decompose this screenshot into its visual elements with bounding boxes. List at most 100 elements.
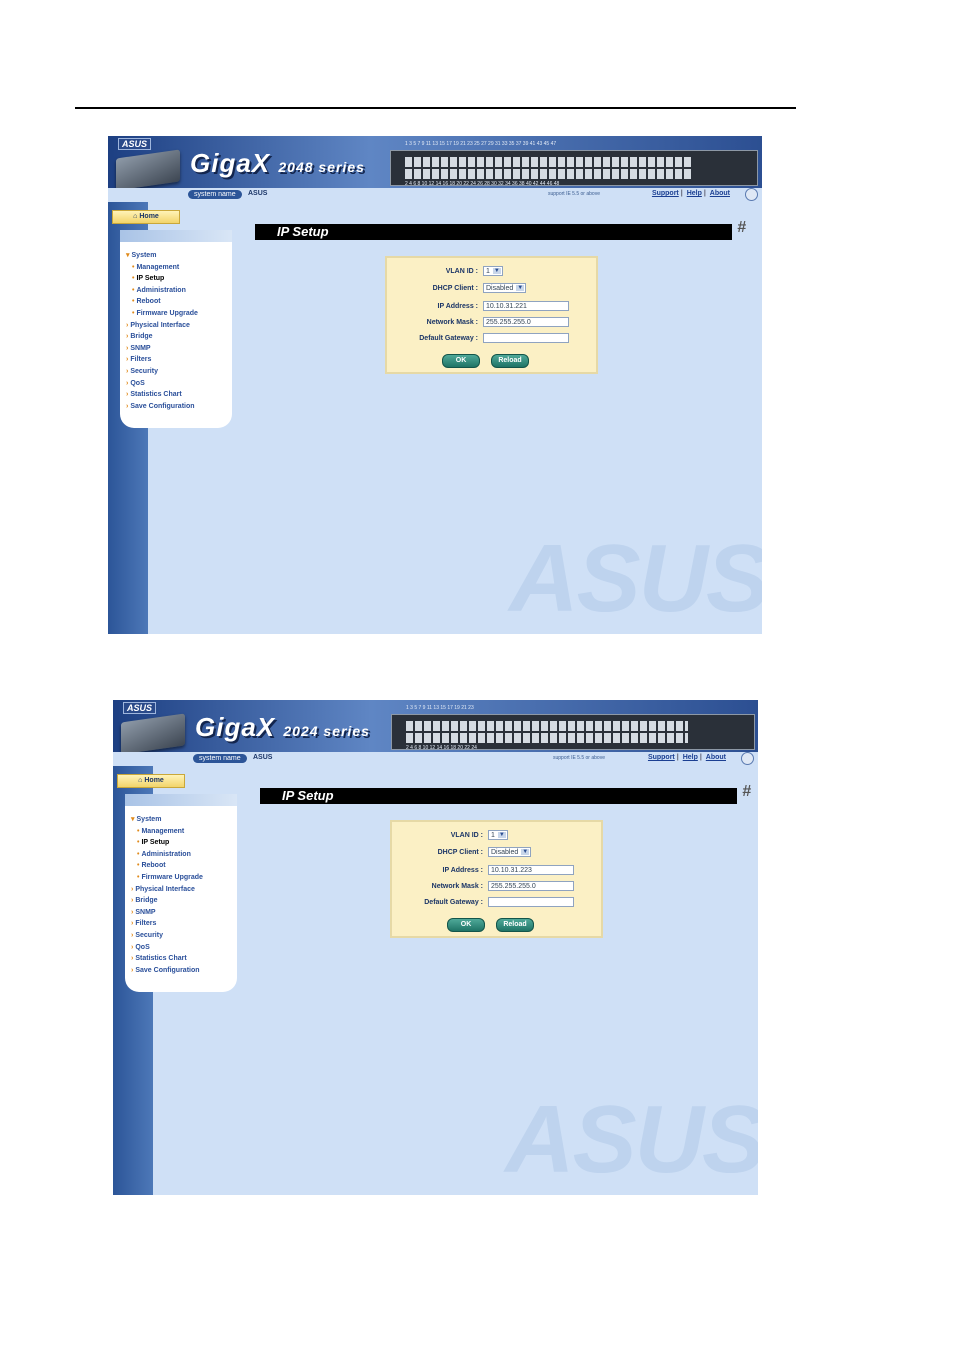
asus-logo: ASUS bbox=[118, 138, 152, 150]
home-tab[interactable]: ⌂ Home bbox=[112, 210, 180, 224]
dhcp-row: DHCP Client : Disabled ▼ bbox=[387, 283, 596, 295]
support-link[interactable]: Support bbox=[648, 754, 675, 761]
ip-address-label: IP Address : bbox=[442, 867, 483, 874]
product-name: GigaX bbox=[195, 712, 276, 742]
gateway-row: Default Gateway : bbox=[387, 333, 596, 345]
ip-row: IP Address : 10.10.31.223 bbox=[392, 865, 601, 877]
sidebar-item-label: Bridge bbox=[135, 897, 158, 905]
ip-address-input[interactable]: 10.10.31.221 bbox=[483, 301, 569, 311]
menu-marker-icon: › bbox=[126, 391, 129, 399]
sidebar-item-firmware-upgrade[interactable]: • Firmware Upgrade bbox=[131, 872, 237, 884]
sidebar-item-system[interactable]: ▾ System bbox=[126, 250, 232, 262]
default-gateway-input[interactable] bbox=[483, 333, 569, 343]
menu-marker-icon: › bbox=[126, 402, 129, 410]
sidebar-item-security[interactable]: › Security bbox=[131, 930, 237, 942]
sidebar-item-label: IP Setup bbox=[136, 275, 165, 283]
sidebar-item-physical-interface[interactable]: › Physical Interface bbox=[126, 320, 232, 332]
screenshot-gigax-2048: ASUS ASUS GigaX 2048 series 1 3 5 7 9 11… bbox=[108, 136, 762, 634]
network-mask-input[interactable]: 255.255.255.0 bbox=[488, 881, 574, 891]
product-series: 2048 series bbox=[278, 159, 365, 175]
sidebar-item-management[interactable]: • Management bbox=[126, 262, 232, 274]
about-link[interactable]: About bbox=[710, 190, 730, 197]
sidebar-item-label: QoS bbox=[130, 379, 145, 387]
sidebar-item-system[interactable]: ▾ System bbox=[131, 814, 237, 826]
network-mask-label: Network Mask : bbox=[426, 319, 478, 326]
sidebar-item-administration[interactable]: • Administration bbox=[131, 849, 237, 861]
sidebar-item-label: Filters bbox=[135, 920, 157, 928]
network-mask-input[interactable]: 255.255.255.0 bbox=[483, 317, 569, 327]
sidebar-item-statistics-chart[interactable]: › Statistics Chart bbox=[131, 953, 237, 965]
chevron-down-icon: ▼ bbox=[516, 285, 525, 291]
sidebar-item-save-configuration[interactable]: › Save Configuration bbox=[131, 965, 237, 977]
help-link[interactable]: Help bbox=[687, 190, 702, 197]
sidebar-item-label: Physical Interface bbox=[135, 885, 195, 893]
sidebar-item-label: System bbox=[136, 816, 162, 823]
product-series: 2024 series bbox=[283, 723, 370, 739]
chevron-down-icon: ▼ bbox=[492, 268, 501, 274]
vlan-id-select[interactable]: 1 ▼ bbox=[488, 830, 508, 840]
chevron-down-icon: ▼ bbox=[497, 832, 506, 838]
dhcp-client-select[interactable]: Disabled ▼ bbox=[488, 847, 532, 857]
sidebar-item-qos[interactable]: › QoS bbox=[126, 378, 232, 390]
sidebar-item-filters[interactable]: › Filters bbox=[131, 918, 237, 930]
home-tab[interactable]: ⌂ Home bbox=[117, 774, 185, 788]
sidebar-item-snmp[interactable]: › SNMP bbox=[126, 343, 232, 355]
default-gateway-input[interactable] bbox=[488, 897, 574, 907]
sidebar-item-label: Physical Interface bbox=[130, 321, 190, 329]
port-numbers-top: 1 3 5 7 9 11 13 15 17 19 21 23 25 27 29 … bbox=[405, 141, 557, 147]
header-rule bbox=[75, 107, 796, 109]
round-button-icon[interactable] bbox=[741, 752, 754, 765]
asus-watermark: ASUS bbox=[505, 1086, 758, 1193]
sidebar-item-bridge[interactable]: › Bridge bbox=[131, 895, 237, 907]
menu-marker-icon: • bbox=[132, 286, 135, 294]
sidebar-item-ip-setup[interactable]: • IP Setup bbox=[126, 273, 232, 285]
support-note: support IE 5.5 or above bbox=[548, 191, 600, 197]
ok-button[interactable]: OK bbox=[442, 354, 480, 368]
sidebar-item-administration[interactable]: • Administration bbox=[126, 285, 232, 297]
sidebar-item-filters[interactable]: › Filters bbox=[126, 354, 232, 366]
sidebar-item-security[interactable]: › Security bbox=[126, 366, 232, 378]
header-links: Support | Help | About bbox=[647, 754, 726, 761]
vlan-id-label: VLAN ID : bbox=[450, 832, 483, 839]
sidebar-item-physical-interface[interactable]: › Physical Interface bbox=[131, 884, 237, 896]
sidebar-item-reboot[interactable]: • Reboot bbox=[126, 296, 232, 308]
sidebar-item-label: SNMP bbox=[135, 908, 156, 916]
dhcp-client-value: Disabled bbox=[486, 285, 514, 292]
banner: ASUS GigaX 2048 series 1 3 5 7 9 11 13 1… bbox=[108, 136, 762, 191]
ok-button[interactable]: OK bbox=[447, 918, 485, 932]
help-link[interactable]: Help bbox=[683, 754, 698, 761]
page-title-text: IP Setup bbox=[282, 788, 334, 803]
sidebar-item-firmware-upgrade[interactable]: • Firmware Upgrade bbox=[126, 308, 232, 320]
reload-button[interactable]: Reload bbox=[496, 918, 534, 932]
screenshot-gigax-2024: ASUS ASUS GigaX 2024 series 1 3 5 7 9 11… bbox=[113, 700, 758, 1195]
sidebar-item-label: Security bbox=[135, 931, 163, 939]
sidebar-item-snmp[interactable]: › SNMP bbox=[131, 907, 237, 919]
menu-marker-icon: › bbox=[126, 356, 129, 364]
menu-marker-icon: › bbox=[131, 943, 134, 951]
port-numbers-bottom: 2 4 6 8 10 12 14 16 18 20 22 24 bbox=[406, 745, 477, 751]
sidebar-item-qos[interactable]: › QoS bbox=[131, 942, 237, 954]
about-link[interactable]: About bbox=[706, 754, 726, 761]
info-toolbar: system name ASUS support IE 5.5 or above… bbox=[108, 188, 762, 202]
menu-marker-icon: • bbox=[137, 873, 140, 881]
vlan-id-select[interactable]: 1 ▼ bbox=[483, 266, 503, 276]
sidebar-item-statistics-chart[interactable]: › Statistics Chart bbox=[126, 389, 232, 401]
sidebar-item-reboot[interactable]: • Reboot bbox=[131, 860, 237, 872]
sidebar-item-management[interactable]: • Management bbox=[131, 826, 237, 838]
round-button-icon[interactable] bbox=[745, 188, 758, 201]
reload-button[interactable]: Reload bbox=[491, 354, 529, 368]
sidebar-item-bridge[interactable]: › Bridge bbox=[126, 331, 232, 343]
dhcp-client-value: Disabled bbox=[491, 849, 519, 856]
sidebar-menu: ▾ System • Management • IP Setup • Administrati… bbox=[120, 230, 232, 428]
ip-address-input[interactable]: 10.10.31.223 bbox=[488, 865, 574, 875]
header-links: Support | Help | About bbox=[651, 190, 730, 197]
product-name: GigaX bbox=[190, 148, 271, 178]
sidebar-item-label: Bridge bbox=[130, 333, 153, 341]
sidebar-item-save-configuration[interactable]: › Save Configuration bbox=[126, 401, 232, 413]
sidebar-item-label: Statistics Chart bbox=[135, 955, 187, 963]
page-title: IP Setup # bbox=[260, 784, 751, 804]
dhcp-client-select[interactable]: Disabled ▼ bbox=[483, 283, 527, 293]
menu-marker-icon: ▾ bbox=[126, 252, 130, 259]
sidebar-item-ip-setup[interactable]: • IP Setup bbox=[131, 837, 237, 849]
support-link[interactable]: Support bbox=[652, 190, 679, 197]
